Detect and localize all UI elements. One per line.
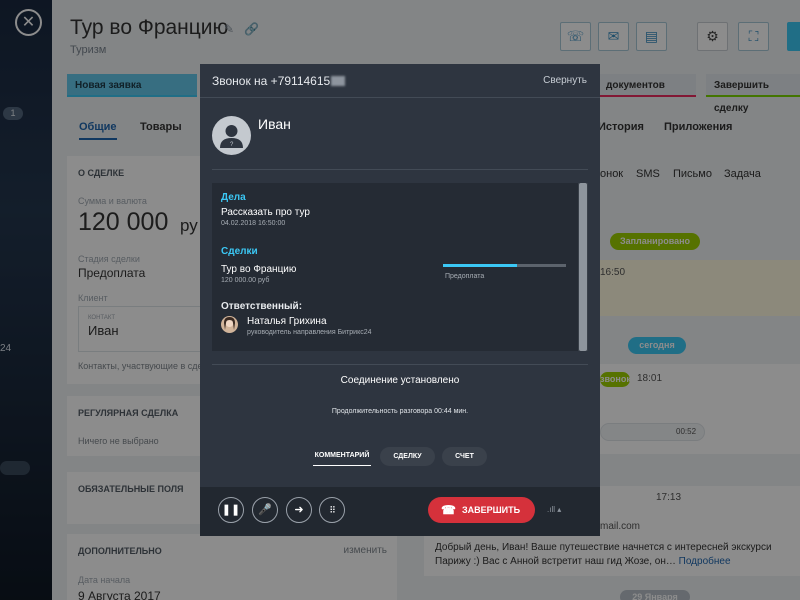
tab-deal[interactable]: СДЕЛКУ	[380, 447, 435, 466]
end-call-label: ЗАВЕРШИТЬ	[462, 505, 521, 515]
connection-status: Соединение установлено	[340, 375, 460, 386]
user-silhouette-icon: ?	[220, 125, 243, 148]
task-date: 04.02.2018 16:50:00	[221, 220, 286, 227]
call-controls: ❚❚ 🎤 ➜ ⠿ ☎ ЗАВЕРШИТЬ .ıll ▴	[200, 487, 600, 536]
pause-icon: ❚❚	[221, 504, 241, 516]
call-window: Звонок на +79114615 Свернуть ? Иван Дела…	[200, 64, 600, 536]
signal-icon: .ıll ▴	[547, 505, 562, 514]
scrollbar-thumb[interactable]	[579, 183, 587, 351]
mute-button[interactable]: 🎤	[252, 497, 278, 523]
deal-stage: Предоплата	[445, 273, 485, 280]
hold-button[interactable]: ❚❚	[218, 497, 244, 523]
hangup-icon: ☎	[441, 503, 456, 517]
masked-digits	[331, 76, 346, 86]
tasks-header: Дела	[221, 192, 246, 203]
keypad-button[interactable]: ⠿	[319, 497, 345, 523]
divider	[212, 169, 588, 170]
end-call-button[interactable]: ☎ ЗАВЕРШИТЬ	[428, 497, 535, 523]
contact-name[interactable]: Иван	[258, 116, 291, 132]
microphone-icon: 🎤	[258, 504, 272, 516]
deal-progress-fill	[443, 264, 517, 267]
responsible-role: руководитель направления Битрикс24	[247, 329, 372, 336]
divider	[212, 364, 588, 365]
deals-header: Сделки	[221, 246, 258, 257]
panel-scrollbar[interactable]	[578, 183, 588, 351]
tab-invoice[interactable]: СЧЕТ	[442, 447, 487, 466]
call-number: Звонок на +79114615	[212, 74, 346, 88]
call-header: Звонок на +79114615 Свернуть	[200, 64, 600, 98]
task-title[interactable]: Рассказать про тур	[221, 207, 310, 218]
responsible-name[interactable]: Наталья Грихина	[247, 316, 327, 327]
deal-amount: 120 000.00 руб	[221, 277, 270, 284]
keypad-icon: ⠿	[329, 505, 336, 515]
deal-title[interactable]: Тур во Францию	[221, 264, 296, 275]
tab-comment[interactable]: КОММЕНТАРИЙ	[313, 447, 371, 466]
responsible-avatar	[221, 316, 238, 333]
deal-progress-bar	[443, 264, 566, 267]
transfer-button[interactable]: ➜	[286, 497, 312, 523]
minimize-button[interactable]: Свернуть	[543, 75, 587, 86]
call-duration: Продолжительность разговора 00:44 мин.	[331, 408, 469, 415]
arrow-right-icon: ➜	[294, 504, 304, 516]
crm-info-panel: Дела Рассказать про тур 04.02.2018 16:50…	[212, 183, 588, 351]
contact-avatar: ?	[212, 116, 251, 155]
responsible-header: Ответственный:	[221, 301, 303, 312]
